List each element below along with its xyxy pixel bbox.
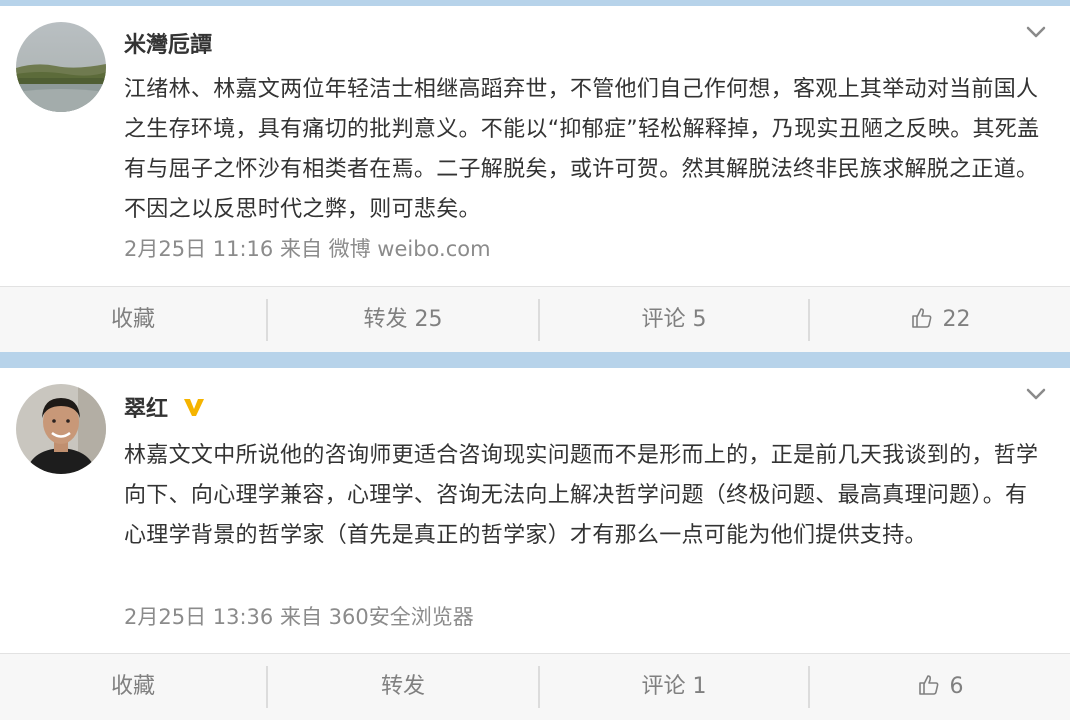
like-button[interactable]: 6 <box>810 654 1070 720</box>
username-text[interactable]: 米灣卮譚 <box>124 33 212 58</box>
username[interactable]: 米灣卮譚 <box>124 34 212 58</box>
like-count: 22 <box>942 307 971 332</box>
post-separator <box>0 352 1070 368</box>
comment-label: 评论 1 <box>641 674 707 699</box>
action-bar: 收藏 转发 评论 1 6 <box>0 653 1070 720</box>
favorite-button[interactable]: 收藏 <box>0 287 266 353</box>
username[interactable]: 翠红 <box>124 396 206 424</box>
avatar[interactable] <box>16 384 106 474</box>
post-card: 米灣卮譚 江绪林、林嘉文两位年轻洁士相继高蹈弃世，不管他们自己作何想，客观上其举… <box>0 6 1070 353</box>
vip-v-badge-icon <box>182 396 206 424</box>
username-text[interactable]: 翠红 <box>124 397 168 422</box>
thumbs-up-icon <box>910 291 934 357</box>
like-button[interactable]: 22 <box>810 287 1070 353</box>
repost-button[interactable]: 转发 25 <box>268 287 538 353</box>
chevron-down-icon[interactable] <box>1022 380 1050 408</box>
favorite-button[interactable]: 收藏 <box>0 654 266 720</box>
post-meta[interactable]: 2月25日 11:16 来自 微博 weibo.com <box>124 236 491 262</box>
post-meta[interactable]: 2月25日 13:36 来自 360安全浏览器 <box>124 604 474 630</box>
repost-label: 转发 <box>380 674 425 699</box>
avatar[interactable] <box>16 22 106 112</box>
favorite-label: 收藏 <box>110 674 155 699</box>
favorite-label: 收藏 <box>110 307 155 332</box>
chevron-down-icon[interactable] <box>1022 18 1050 46</box>
weibo-feed: 米灣卮譚 江绪林、林嘉文两位年轻洁士相继高蹈弃世，不管他们自己作何想，客观上其举… <box>0 0 1070 720</box>
post-card: 翠红 林嘉文文中所说他的咨询师更适合咨询现实问题而不是形而上的，正是前几天我谈到… <box>0 368 1070 720</box>
repost-label: 转发 25 <box>363 307 443 332</box>
repost-button[interactable]: 转发 <box>268 654 538 720</box>
like-count: 6 <box>949 674 964 699</box>
comment-button[interactable]: 评论 1 <box>540 654 808 720</box>
comment-button[interactable]: 评论 5 <box>540 287 808 353</box>
post-text: 林嘉文文中所说他的咨询师更适合咨询现实问题而不是形而上的，正是前几天我谈到的，哲… <box>124 443 1039 548</box>
action-bar: 收藏 转发 25 评论 5 22 <box>0 286 1070 353</box>
post-text: 江绪林、林嘉文两位年轻洁士相继高蹈弃世，不管他们自己作何想，客观上其举动对当前国… <box>124 77 1040 222</box>
thumbs-up-icon <box>917 658 941 720</box>
comment-label: 评论 5 <box>641 307 707 332</box>
